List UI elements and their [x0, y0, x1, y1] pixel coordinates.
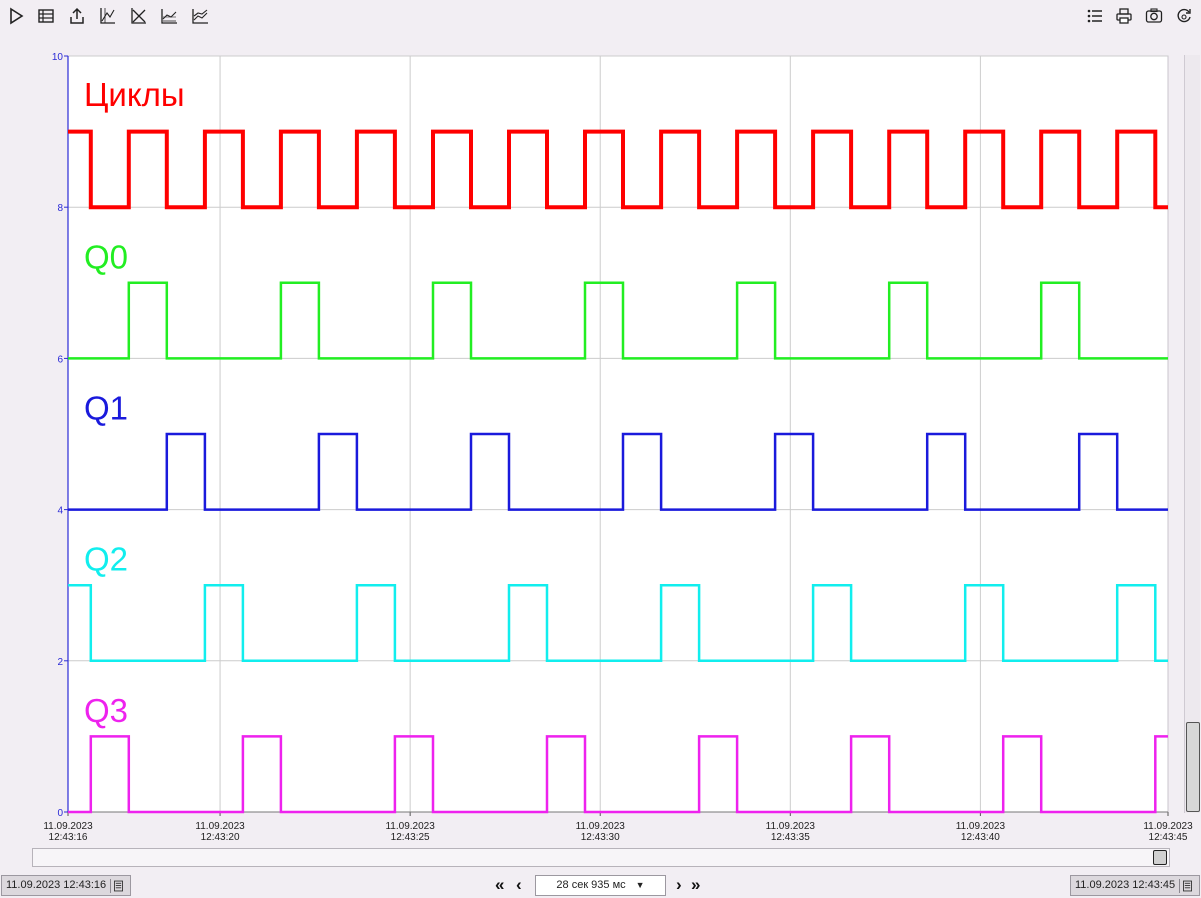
x-tick-time-label: 12:43:30 [581, 832, 620, 843]
y-tick-label: 8 [57, 203, 63, 214]
camera-icon[interactable] [1143, 5, 1165, 27]
vertical-scrollbar[interactable] [1184, 55, 1200, 813]
start-date-text: 11.09.2023 12:43:16 [6, 879, 107, 891]
x-tick-time-label: 12:43:20 [201, 832, 240, 843]
chevron-down-icon: ▼ [635, 880, 645, 890]
toolbar [0, 0, 1201, 34]
vertical-scroll-thumb[interactable] [1186, 722, 1200, 812]
x-tick-time-label: 12:43:35 [771, 832, 810, 843]
list-icon[interactable] [1084, 5, 1106, 27]
trend-chart[interactable]: 024681011.09.202312:43:1611.09.202312:43… [0, 34, 1201, 846]
axes-cross-icon[interactable] [127, 5, 149, 27]
horizontal-scrollbar[interactable] [32, 848, 1170, 867]
x-tick-time-label: 12:43:45 [1149, 832, 1188, 843]
x-tick-time-label: 12:43:16 [49, 832, 88, 843]
x-tick-date-label: 11.09.2023 [766, 821, 816, 832]
start-date-field[interactable]: 11.09.2023 12:43:16 [1, 875, 132, 896]
series-label-2: Q1 [84, 390, 128, 427]
end-date-field[interactable]: 11.09.2023 12:43:45 [1070, 875, 1201, 896]
status-bar: 11.09.2023 12:43:16 « ‹ 28 сек 935 мс ▼ … [0, 872, 1201, 898]
y-tick-label: 2 [57, 657, 63, 668]
axes-icon[interactable] [96, 5, 118, 27]
y-tick-label: 10 [52, 52, 64, 63]
y-tick-label: 4 [57, 506, 63, 517]
series-label-1: Q0 [84, 238, 128, 275]
x-tick-date-label: 11.09.2023 [956, 821, 1006, 832]
table-icon[interactable] [35, 5, 57, 27]
chart-area-icon[interactable] [158, 5, 180, 27]
y-tick-label: 0 [57, 808, 63, 819]
plot-area: 0 2 4 6 8 10 11.09.2023 12:43:16 11.09.2023 12:43… [0, 34, 1201, 846]
x-tick-date-label: 11.09.2023 [195, 821, 245, 832]
range-select-value: 28 сек 935 мс [556, 879, 626, 891]
horizontal-scroll-thumb[interactable] [1153, 850, 1167, 865]
chart-line-icon[interactable] [189, 5, 211, 27]
calendar-icon[interactable] [110, 878, 126, 893]
nav-last-button[interactable]: » [691, 875, 700, 895]
nav-prev-button[interactable]: ‹ [516, 875, 522, 895]
x-tick-date-label: 11.09.2023 [385, 821, 435, 832]
nav-first-button[interactable]: « [495, 875, 504, 895]
series-label-4: Q3 [84, 692, 128, 729]
end-date-text: 11.09.2023 12:43:45 [1075, 879, 1176, 891]
nav-next-button[interactable]: › [676, 875, 682, 895]
x-tick-date-label: 11.09.2023 [1143, 821, 1193, 832]
x-tick-time-label: 12:43:40 [961, 832, 1000, 843]
export-icon[interactable] [66, 5, 88, 27]
y-tick-label: 6 [57, 354, 63, 365]
x-tick-time-label: 12:43:25 [391, 832, 430, 843]
series-label-3: Q2 [84, 541, 128, 578]
refresh-icon[interactable] [1173, 5, 1195, 27]
print-icon[interactable] [1113, 5, 1135, 27]
play-icon[interactable] [5, 5, 27, 27]
x-tick-date-label: 11.09.2023 [43, 821, 93, 832]
series-label-0: Циклы [84, 76, 185, 113]
x-tick-date-label: 11.09.2023 [576, 821, 626, 832]
range-select[interactable]: 28 сек 935 мс ▼ [535, 875, 666, 896]
calendar-icon[interactable] [1179, 878, 1195, 893]
